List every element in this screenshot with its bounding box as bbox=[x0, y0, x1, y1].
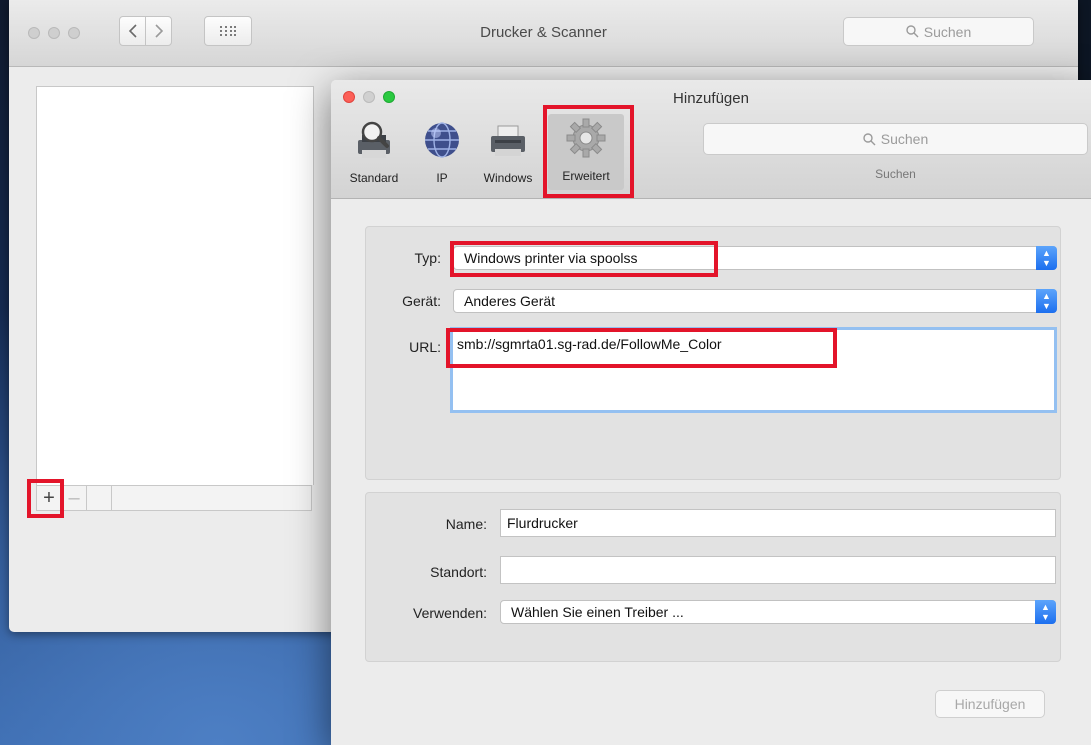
typ-label: Typ: bbox=[414, 250, 441, 266]
printer-list[interactable] bbox=[36, 86, 314, 485]
add-printer-sheet: Hinzufügen Standard IP Windows Erweitert… bbox=[331, 80, 1091, 745]
remove-printer-button[interactable]: – bbox=[62, 486, 87, 510]
search-caption: Suchen bbox=[875, 167, 916, 181]
globe-icon bbox=[425, 122, 459, 158]
geraet-popup[interactable]: Anderes Gerät ▲ ▼ bbox=[453, 289, 1057, 313]
name-label: Name: bbox=[445, 516, 487, 532]
sheet-toolbar: Hinzufügen Standard IP Windows Erweitert… bbox=[331, 80, 1091, 199]
driver-popup[interactable]: Wählen Sie einen Treiber ... ▲ ▼ bbox=[500, 600, 1056, 624]
main-search-placeholder: Suchen bbox=[923, 23, 972, 40]
window-titlebar: Drucker & Scanner Suchen bbox=[9, 0, 1078, 67]
windows-printer-icon bbox=[491, 125, 525, 156]
url-value: smb://sgmrta01.sg-rad.de/FollowMe_Color bbox=[457, 336, 722, 352]
typ-popup[interactable]: Windows printer via spoolss ▲ ▼ bbox=[453, 246, 1057, 270]
popup-arrows-icon: ▲ ▼ bbox=[1036, 246, 1057, 270]
printer-list-footer: + – bbox=[36, 485, 312, 511]
main-search-field[interactable]: Suchen bbox=[843, 17, 1034, 46]
verwenden-label: Verwenden: bbox=[413, 605, 487, 621]
add-button[interactable]: Hinzufügen bbox=[935, 690, 1045, 718]
url-label: URL: bbox=[409, 339, 441, 355]
standort-field[interactable] bbox=[500, 556, 1056, 584]
tab-standard-label: Standard bbox=[349, 171, 399, 185]
url-field[interactable]: smb://sgmrta01.sg-rad.de/FollowMe_Color bbox=[450, 327, 1057, 413]
gear-icon bbox=[566, 118, 606, 158]
sheet-title: Hinzufügen bbox=[673, 90, 749, 107]
tab-standard[interactable]: Standard bbox=[342, 116, 406, 186]
popup-arrows-icon: ▲ ▼ bbox=[1035, 600, 1056, 624]
typ-value: Windows printer via spoolss bbox=[464, 250, 638, 266]
driver-value: Wählen Sie einen Treiber ... bbox=[511, 604, 684, 620]
tab-ip-label: IP bbox=[436, 171, 448, 185]
tab-windows-label: Windows bbox=[483, 171, 533, 185]
sheet-search-field[interactable]: Suchen bbox=[703, 123, 1088, 155]
tab-windows[interactable]: Windows bbox=[477, 116, 539, 186]
footer-divider bbox=[87, 486, 112, 510]
geraet-label: Gerät: bbox=[402, 293, 441, 309]
name-field[interactable]: Flurdrucker bbox=[500, 509, 1056, 537]
tab-ip[interactable]: IP bbox=[420, 116, 464, 186]
tab-erweitert-label: Erweitert bbox=[562, 169, 610, 183]
sheet-search-placeholder: Suchen bbox=[880, 131, 929, 147]
add-printer-button[interactable]: + bbox=[37, 486, 62, 510]
default-printer-icon bbox=[358, 121, 390, 158]
geraet-value: Anderes Gerät bbox=[464, 293, 556, 309]
standort-label: Standort: bbox=[430, 564, 487, 580]
search-icon bbox=[863, 132, 876, 145]
popup-arrows-icon: ▲ ▼ bbox=[1036, 289, 1057, 313]
search-icon bbox=[906, 25, 919, 38]
tab-erweitert[interactable]: Erweitert bbox=[548, 114, 624, 190]
